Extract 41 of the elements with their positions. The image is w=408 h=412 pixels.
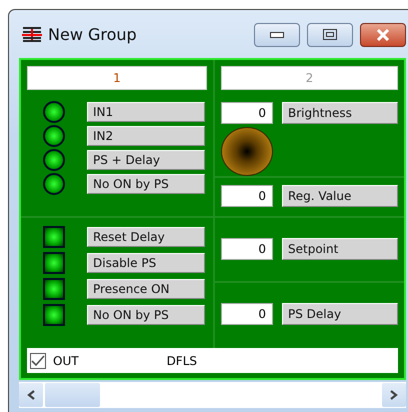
tab[interactable]: 1: [27, 66, 207, 90]
minimize-icon: [270, 32, 284, 38]
output-label: Reset Delay: [87, 226, 205, 246]
lamp-icon: [221, 127, 273, 176]
device-name: DFLS: [166, 354, 198, 368]
scroll-thumb[interactable]: [45, 383, 100, 407]
led-icon: [43, 226, 65, 248]
checkbox[interactable]: [30, 352, 46, 368]
scroll-left-button[interactable]: [19, 383, 43, 407]
minimize-button[interactable]: [254, 22, 300, 46]
output-label: Disable PS: [87, 252, 205, 272]
led-icon: [43, 101, 65, 123]
led-icon: [43, 149, 65, 171]
close-icon: [376, 28, 390, 40]
window-title: New Group: [48, 24, 137, 44]
led-icon: [43, 173, 65, 195]
restore-icon: [323, 29, 337, 40]
led-icon: [43, 252, 65, 274]
value-field[interactable]: 0: [221, 303, 273, 325]
value-label: Reg. Value: [282, 185, 398, 207]
input-label: IN2: [87, 126, 205, 146]
led-icon: [43, 125, 65, 147]
value-label: Brightness: [282, 102, 398, 124]
scroll-right-button[interactable]: [382, 383, 406, 407]
value-field[interactable]: 0: [221, 185, 273, 207]
grid-icon: [22, 25, 42, 43]
output-label: No ON by PS: [87, 304, 205, 324]
horizontal-scrollbar[interactable]: [19, 382, 406, 408]
value-field[interactable]: 0: [221, 102, 273, 124]
close-button[interactable]: [360, 22, 406, 46]
value-label: PS Delay: [282, 303, 398, 325]
maximize-button[interactable]: [307, 22, 353, 46]
output-label: Presence ON: [87, 278, 205, 298]
input-label: PS + Delay: [87, 150, 205, 170]
led-icon: [43, 304, 65, 326]
input-label: No ON by PS: [87, 174, 205, 194]
checkbox-label: OUT: [53, 354, 79, 368]
value-label: Setpoint: [282, 238, 398, 260]
input-label: IN1: [87, 102, 205, 122]
led-icon: [43, 278, 65, 300]
value-field[interactable]: 0: [221, 238, 273, 260]
